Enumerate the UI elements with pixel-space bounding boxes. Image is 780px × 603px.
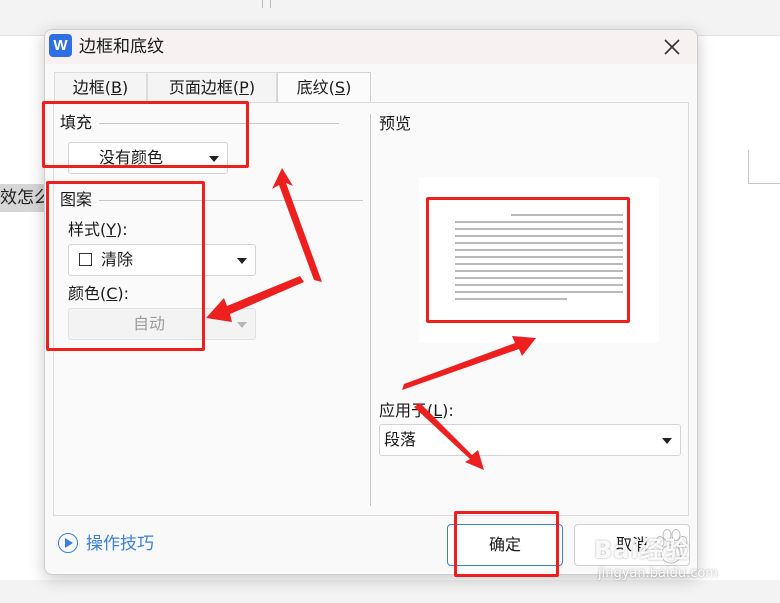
fill-separator: [99, 123, 339, 124]
dialog-title: 边框和底纹: [79, 37, 164, 57]
tab-label-suffix: ): [248, 78, 256, 97]
apply-to-dropdown[interactable]: 段落: [379, 424, 681, 456]
pattern-color-value: 自动: [133, 314, 166, 333]
borders-and-shading-dialog: W 边框和底纹 边框(B) 页面边框(P) 底纹(S) 填充 没有颜色 图案 样…: [44, 29, 698, 575]
apply-label-suffix: ):: [442, 401, 454, 420]
close-icon: [664, 39, 680, 55]
chevron-down-icon: [209, 156, 219, 162]
preview-text-line: [455, 270, 623, 272]
preview-text-line: [455, 277, 623, 279]
tips-link[interactable]: 操作技巧: [86, 533, 154, 555]
pattern-style-dropdown[interactable]: 清除: [68, 244, 256, 276]
fill-section-label: 填充: [60, 113, 93, 132]
dialog-titlebar: W 边框和底纹: [45, 30, 697, 64]
toolbar-divider: [262, 0, 263, 8]
chevron-down-icon: [662, 438, 672, 444]
preview-text-line: [511, 214, 623, 216]
color-label-text: 颜色(: [68, 284, 107, 303]
chevron-down-icon: [237, 322, 247, 328]
preview-text-line: [455, 284, 623, 286]
tab-shading[interactable]: 底纹(S): [277, 72, 371, 103]
tab-label-suffix: ): [345, 78, 352, 97]
shading-preview: [419, 177, 659, 343]
ok-button[interactable]: 确定: [447, 524, 563, 566]
color-label-suffix: ):: [117, 284, 130, 303]
pattern-separator: [99, 200, 363, 201]
page-margin-corner: [748, 150, 780, 184]
preview-text-line: [455, 249, 623, 251]
style-label-text: 样式(: [68, 220, 107, 239]
tab-label: 边框(: [72, 78, 111, 97]
pattern-color-dropdown: 自动: [68, 308, 256, 340]
preview-label: 预览: [379, 114, 412, 133]
apply-label-text: 应用于(: [379, 401, 434, 420]
watermark-url: jingyan.baidu.com: [598, 566, 718, 581]
pattern-color-label: 颜色(C):: [68, 284, 129, 304]
tab-label: 页面边框(: [168, 78, 240, 97]
watermark-text: Bai经验: [594, 536, 690, 564]
chevron-down-icon: [237, 258, 247, 264]
tab-page-border[interactable]: 页面边框(P): [147, 72, 277, 102]
pattern-section-label: 图案: [60, 190, 93, 209]
color-access-key: C: [106, 284, 118, 303]
preview-text-line: [455, 291, 623, 293]
fill-color-dropdown[interactable]: 没有颜色: [68, 142, 228, 174]
apply-to-value: 段落: [384, 430, 417, 449]
toolbar-divider: [270, 0, 271, 8]
style-access-key: Y: [106, 220, 117, 239]
tab-borders[interactable]: 边框(B): [54, 72, 147, 102]
tab-access-key: S: [334, 78, 346, 97]
tab-access-key: B: [111, 78, 122, 97]
document-bottom-strip: [0, 580, 780, 603]
tab-label-suffix: ): [121, 78, 129, 97]
pattern-style-value: 清除: [101, 250, 134, 269]
apply-access-key: L: [433, 401, 443, 420]
preview-text-line: [455, 298, 567, 300]
column-divider: [370, 114, 371, 506]
clear-pattern-swatch-icon: [79, 253, 92, 266]
fill-color-value: 没有颜色: [99, 148, 164, 167]
tab-label: 底纹(: [296, 78, 335, 97]
preview-text-line: [455, 256, 623, 258]
play-circle-icon[interactable]: [58, 533, 78, 553]
apply-to-label: 应用于(L):: [379, 401, 454, 421]
wps-writer-icon: W: [49, 34, 72, 57]
pattern-style-label: 样式(Y):: [68, 220, 128, 240]
style-label-suffix: ):: [116, 220, 128, 239]
preview-text-line: [455, 235, 623, 237]
tab-access-key: P: [239, 78, 249, 97]
preview-text-line: [455, 263, 623, 265]
preview-text-line: [455, 242, 623, 244]
preview-text-line: [455, 221, 623, 223]
preview-text-line: [455, 228, 623, 230]
close-button[interactable]: [657, 33, 687, 61]
